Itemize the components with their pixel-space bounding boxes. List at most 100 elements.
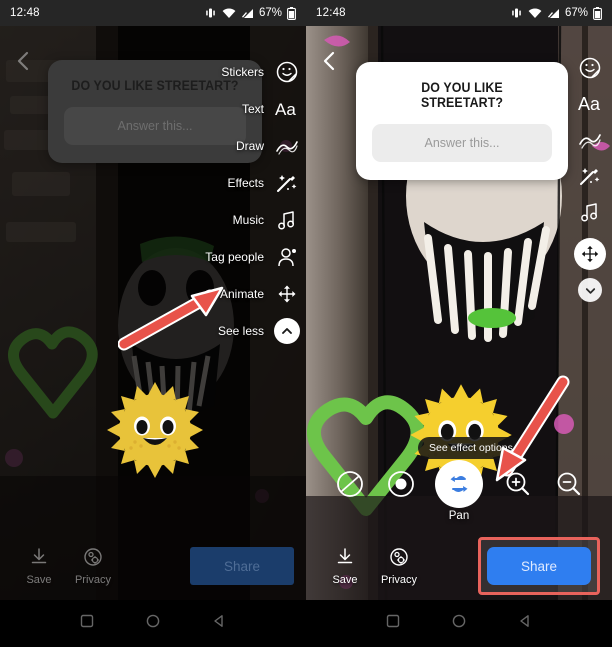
save-label: Save (26, 573, 52, 586)
magnifier-plus-icon (506, 472, 529, 496)
signal-icon (241, 8, 253, 18)
draw-icon (274, 133, 300, 159)
status-bar-time: 12:48 (316, 7, 346, 19)
right-phone-screen: 12:48 67% DO YOU LIKE STREETART? Answer … (306, 0, 612, 600)
tool-item-animate[interactable]: Animate (205, 276, 300, 312)
home-circle-icon[interactable] (452, 614, 466, 633)
tool-item-text[interactable]: Text Aa (205, 91, 300, 127)
effects-wand-icon[interactable] (576, 162, 604, 190)
text-aa-icon[interactable]: Aa (576, 90, 604, 118)
tool-label-text: Text (241, 102, 264, 116)
nav-buttons-right (306, 600, 612, 647)
wifi-icon (222, 8, 236, 18)
save-download-icon (335, 547, 355, 572)
animate-move-icon[interactable] (574, 238, 606, 270)
share-button-highlight: Share (478, 537, 600, 595)
question-sticker[interactable]: DO YOU LIKE STREETART? Answer this... (356, 62, 568, 180)
effects-wand-icon (274, 170, 300, 196)
status-bar-left: 12:48 67% (0, 0, 306, 26)
sun-emoji-sticker[interactable] (103, 378, 207, 482)
magnifier-minus-icon (557, 472, 580, 496)
privacy-label: Privacy (74, 573, 112, 586)
sticker-icon (274, 59, 300, 85)
effects-toolbar (306, 460, 612, 508)
tool-item-see-less[interactable]: See less (205, 313, 300, 349)
music-note-icon (274, 207, 300, 233)
zoom-in-effect-button[interactable] (501, 468, 534, 501)
privacy-gear-icon (389, 547, 409, 572)
save-button[interactable]: Save (318, 547, 372, 586)
battery-percent-label: 67% (258, 7, 282, 19)
question-sticker-answer-field[interactable]: Answer this... (372, 124, 552, 162)
tool-item-music[interactable]: Music (205, 202, 300, 238)
dot-effect-button[interactable] (384, 468, 417, 501)
none-effect-button[interactable] (333, 468, 366, 501)
tool-label-tag-people: Tag people (205, 250, 264, 264)
wifi-icon (528, 8, 542, 18)
tool-rail-collapsed: Aa (574, 54, 606, 302)
android-nav-bar (0, 600, 612, 647)
share-button-wrap-left: Share (190, 547, 294, 585)
tool-label-draw: Draw (235, 139, 264, 153)
share-button[interactable]: Share (190, 547, 294, 585)
tool-item-tag-people[interactable]: Tag people (205, 239, 300, 275)
tool-label-see-less: See less (217, 324, 264, 338)
battery-percent-label: 67% (564, 7, 588, 19)
tool-label-animate: Animate (219, 287, 264, 301)
left-phone-screen: 12:48 67% DO YOU LIKE STREETART? Answer … (0, 0, 306, 600)
back-button[interactable] (316, 48, 342, 74)
privacy-button[interactable]: Privacy (372, 547, 426, 586)
vibrate-icon (512, 8, 521, 18)
zoom-out-effect-button[interactable] (552, 468, 585, 501)
save-label: Save (332, 573, 358, 586)
share-button[interactable]: Share (487, 547, 591, 585)
privacy-gear-icon (83, 547, 103, 572)
battery-icon (287, 6, 296, 20)
status-bar-right: 12:48 67% (306, 0, 612, 26)
tag-person-icon (274, 244, 300, 270)
tool-item-effects[interactable]: Effects (205, 165, 300, 201)
chevron-up-icon (274, 318, 300, 344)
recents-square-icon[interactable] (80, 614, 94, 633)
save-download-icon (29, 547, 49, 572)
tool-menu-expanded: Stickers Text Aa Draw Effects Music Tag … (205, 54, 300, 349)
privacy-label: Privacy (380, 573, 418, 586)
pan-arrows-icon (450, 476, 468, 492)
effect-options-tooltip: See effect options (418, 437, 524, 459)
battery-icon (593, 6, 602, 20)
tool-label-music: Music (232, 213, 264, 227)
chevron-down-icon[interactable] (578, 278, 602, 302)
filled-dot-icon (387, 471, 414, 497)
music-note-icon[interactable] (576, 198, 604, 226)
effect-selected-label: Pan (448, 510, 470, 522)
slash-circle-icon (336, 471, 363, 497)
privacy-button[interactable]: Privacy (66, 547, 120, 586)
back-triangle-icon[interactable] (212, 614, 226, 633)
back-triangle-icon[interactable] (518, 614, 532, 633)
vibrate-icon (206, 8, 215, 18)
animate-move-icon (274, 281, 300, 307)
sticker-icon[interactable] (576, 54, 604, 82)
tool-item-draw[interactable]: Draw (205, 128, 300, 164)
bottom-action-bar-right: Save Privacy Share (306, 532, 612, 600)
status-bar-time: 12:48 (10, 7, 40, 19)
bottom-action-bar-left: Save Privacy Share (0, 532, 306, 600)
nav-buttons-left (0, 600, 306, 647)
pan-effect-button[interactable] (435, 460, 483, 508)
back-chevron-icon (17, 51, 28, 71)
signal-icon (547, 8, 559, 18)
tool-item-stickers[interactable]: Stickers (205, 54, 300, 90)
text-aa-icon: Aa (274, 96, 300, 122)
home-circle-icon[interactable] (146, 614, 160, 633)
back-button[interactable] (10, 48, 36, 74)
save-button[interactable]: Save (12, 547, 66, 586)
back-chevron-icon (323, 51, 334, 71)
tool-label-effects: Effects (227, 176, 264, 190)
svg-text:Aa: Aa (578, 94, 601, 114)
recents-square-icon[interactable] (386, 614, 400, 633)
side-by-side-screenshots: 12:48 67% DO YOU LIKE STREETART? Answer … (0, 0, 612, 600)
question-sticker-title: DO YOU LIKE STREETART? (420, 80, 504, 110)
draw-icon[interactable] (576, 126, 604, 154)
tool-label-stickers: Stickers (221, 65, 264, 79)
svg-text:Aa: Aa (275, 100, 296, 119)
